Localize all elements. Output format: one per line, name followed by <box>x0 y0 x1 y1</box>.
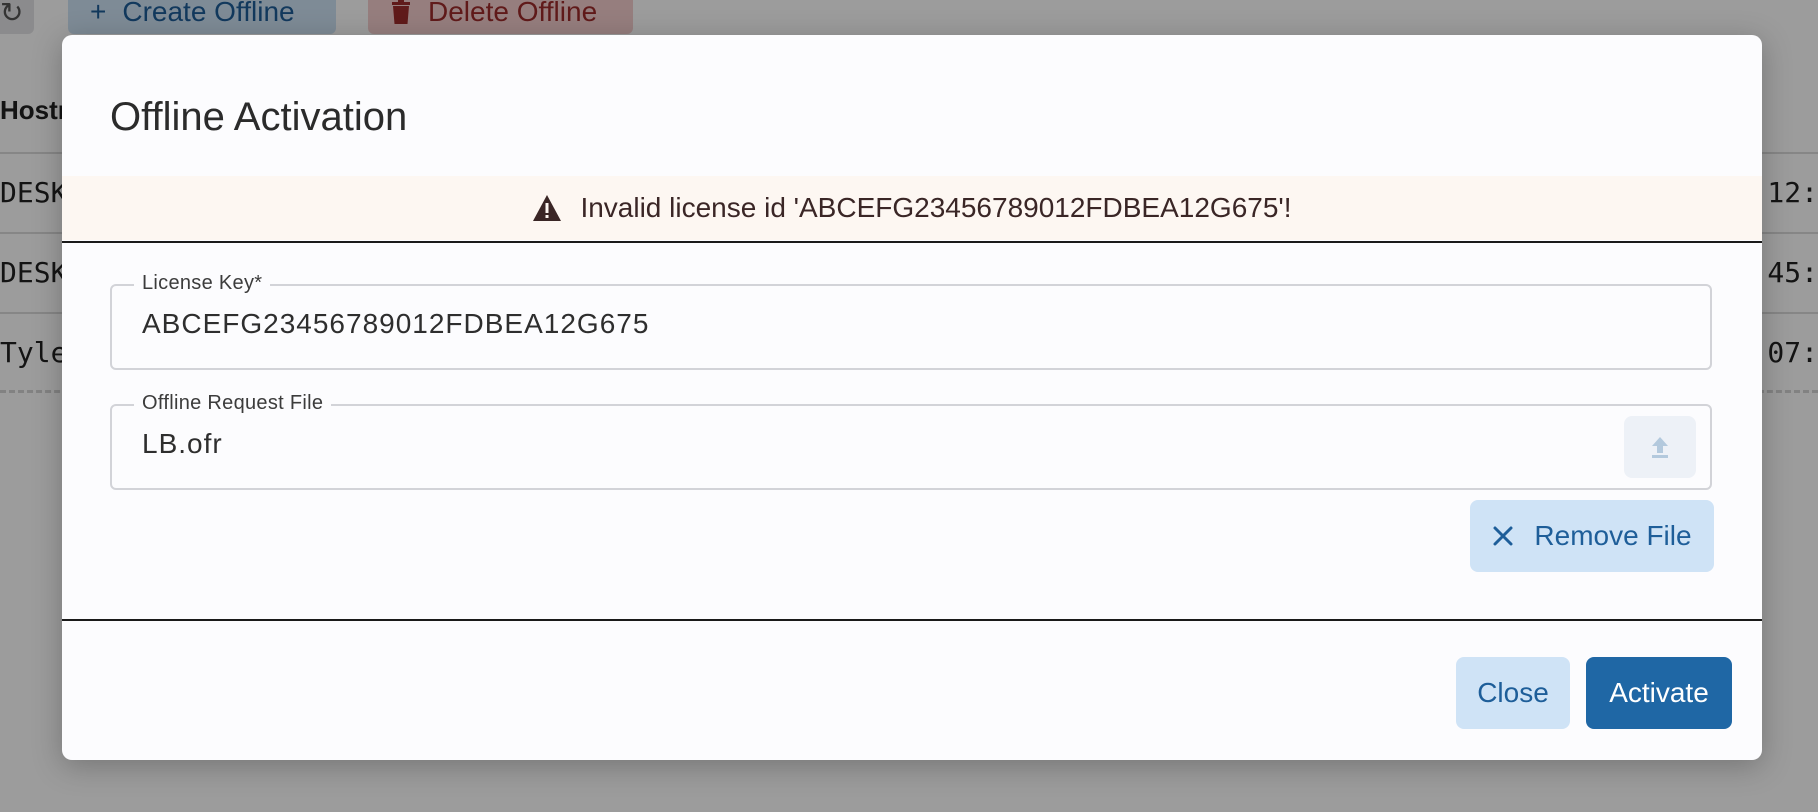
upload-file-button[interactable] <box>1624 416 1696 478</box>
license-key-label: License Key* <box>134 272 271 295</box>
close-button[interactable]: Close <box>1456 657 1570 729</box>
offline-activation-dialog: Offline Activation Invalid license id 'A… <box>62 35 1762 760</box>
offline-request-file-label: Offline Request File <box>134 392 332 415</box>
upload-icon <box>1652 437 1668 458</box>
offline-request-file-value: LB.ofr <box>142 428 223 459</box>
license-key-field[interactable]: License Key* ABCEFG23456789012FDBEA12G67… <box>110 272 1712 370</box>
activate-button[interactable]: Activate <box>1586 657 1732 729</box>
remove-file-button[interactable]: Remove File <box>1470 500 1714 572</box>
dialog-title: Offline Activation <box>110 95 408 139</box>
error-alert: Invalid license id 'ABCEFG23456789012FDB… <box>62 176 1762 240</box>
remove-file-label: Remove File <box>1534 520 1692 551</box>
header-divider <box>62 241 1762 243</box>
offline-request-file-field[interactable]: Offline Request File LB.ofr <box>110 392 1712 490</box>
footer-divider <box>62 619 1762 621</box>
license-key-input[interactable]: ABCEFG23456789012FDBEA12G675 <box>142 308 649 340</box>
warning-icon <box>533 195 562 221</box>
alert-message: Invalid license id 'ABCEFG23456789012FDB… <box>580 192 1292 223</box>
close-icon <box>1493 526 1513 546</box>
